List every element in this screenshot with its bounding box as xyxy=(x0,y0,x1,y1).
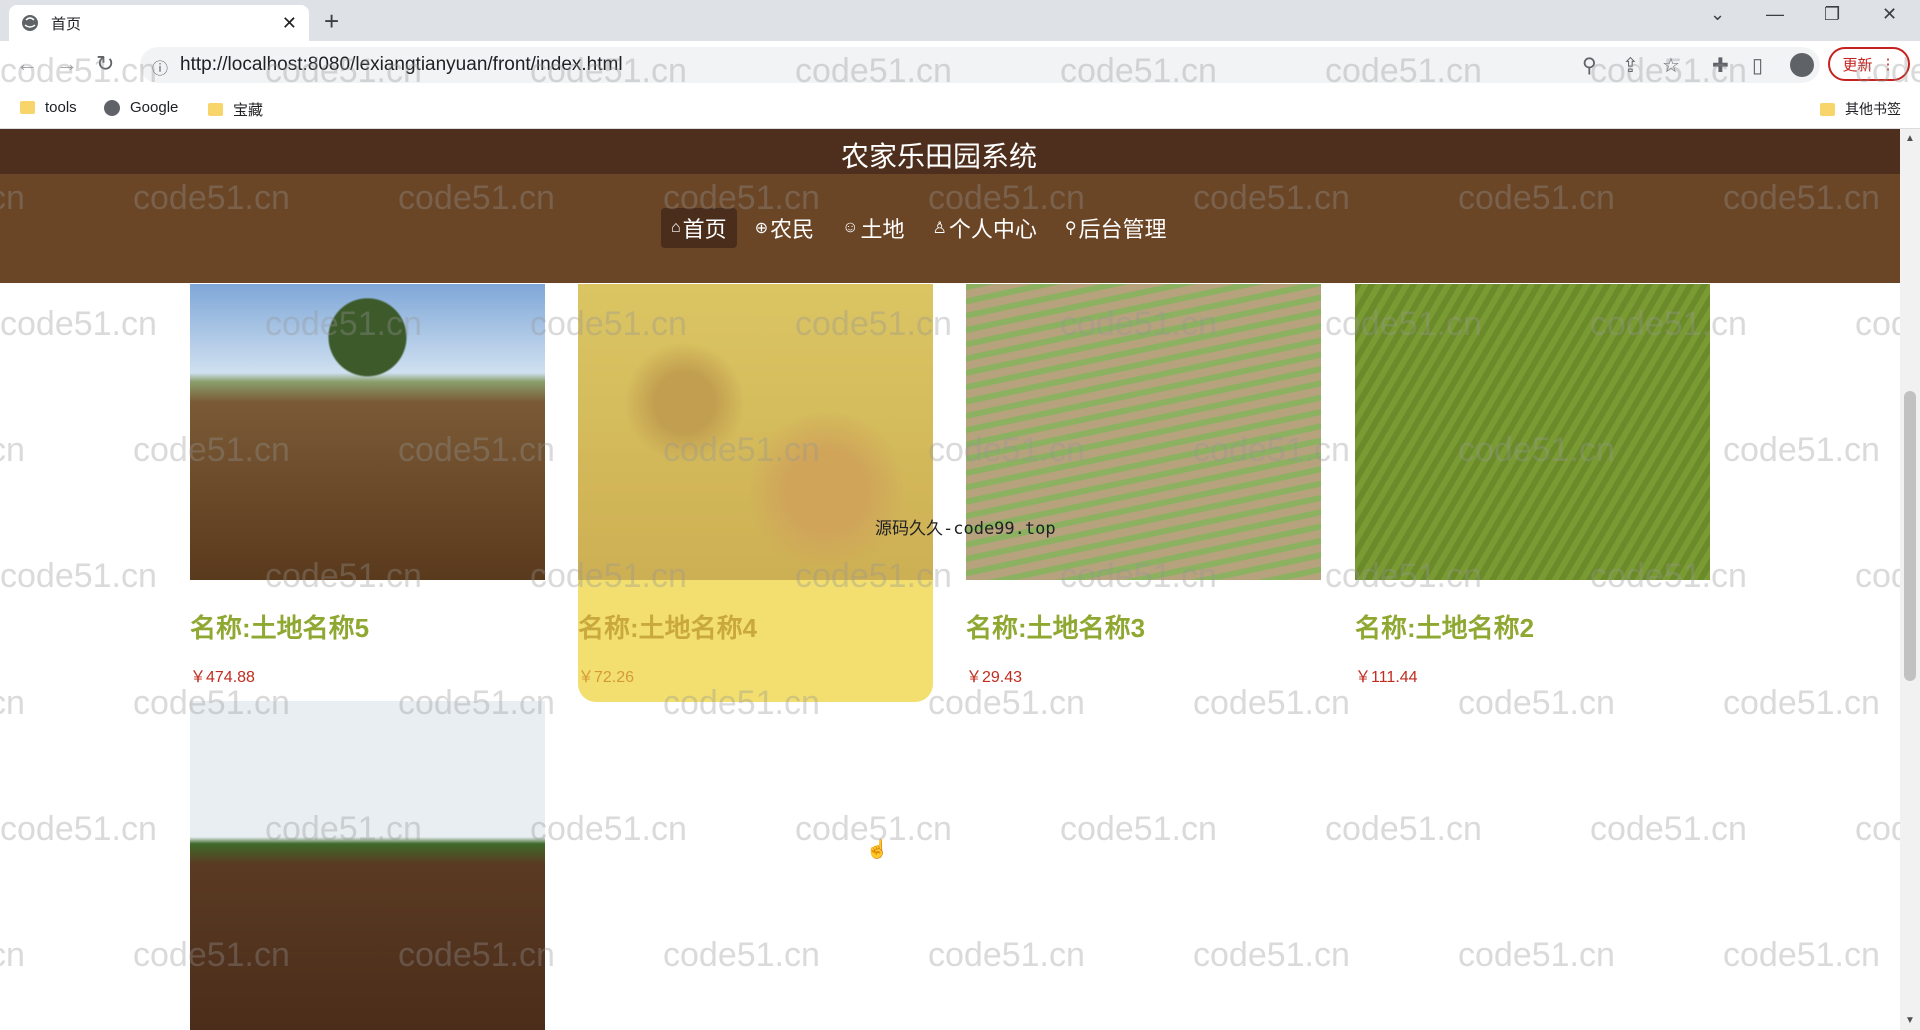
other-bookmarks[interactable]: 其他书签 xyxy=(1820,99,1901,119)
product-card[interactable]: 名称:土地名称2 ￥111.44 xyxy=(1355,284,1710,687)
globe-icon: ⊕ xyxy=(754,220,769,237)
bookmark-label: tools xyxy=(45,99,77,116)
product-name[interactable]: 名称:土地名称3 xyxy=(966,608,1321,645)
site-title: 农家乐田园系统 xyxy=(840,141,1037,172)
nav-home[interactable]: ⌂ 首页 xyxy=(661,208,737,248)
overlay-text: 源码久久-code99.top xyxy=(875,519,1056,539)
product-card[interactable]: 名称:土地名称4 ￥72.26 xyxy=(578,284,933,702)
product-image[interactable] xyxy=(1355,284,1710,580)
nav-profile[interactable]: ♙ 个人中心 xyxy=(922,208,1046,248)
nav-land[interactable]: ☺ 土地 xyxy=(832,208,914,248)
nav-label: 个人中心 xyxy=(948,217,1037,242)
address-bar[interactable]: ⓘ http://localhost:8080/lexiangtianyuan/… xyxy=(140,47,1820,83)
zoom-icon[interactable]: ⚲ xyxy=(1582,53,1597,78)
url-text[interactable]: http://localhost:8080/lexiangtianyuan/fr… xyxy=(180,54,623,76)
close-window-button[interactable]: ✕ xyxy=(1882,4,1897,25)
bookmark-label: 其他书签 xyxy=(1845,101,1901,117)
menu-dots-icon: ⋮ xyxy=(1880,56,1896,73)
folder-icon xyxy=(1820,102,1835,116)
hand-cursor-icon: ☝ xyxy=(866,839,889,859)
browser-toolbar: ← → ↻ ⓘ http://localhost:8080/lexiangtia… xyxy=(0,41,1920,89)
bookmark-tools[interactable]: tools xyxy=(20,99,77,116)
nav-farmers[interactable]: ⊕ 农民 xyxy=(745,208,824,248)
nav-label: 首页 xyxy=(682,217,727,242)
scroll-up-icon[interactable]: ▲ xyxy=(1905,133,1915,144)
bookmark-label: Google xyxy=(130,99,179,116)
scrollbar-thumb[interactable] xyxy=(1904,391,1916,681)
product-name[interactable]: 名称:土地名称5 xyxy=(190,608,545,645)
minimize-button[interactable]: — xyxy=(1766,4,1784,25)
restore-button[interactable]: ❐ xyxy=(1824,4,1840,25)
nav-label: 土地 xyxy=(860,217,905,242)
profile-avatar[interactable] xyxy=(1790,53,1814,77)
nav-label: 农民 xyxy=(770,217,815,242)
new-tab-button[interactable]: + xyxy=(324,6,339,37)
product-price: ￥111.44 xyxy=(1355,669,1418,686)
scroll-down-icon[interactable]: ▼ xyxy=(1905,1015,1915,1026)
nav-label: 后台管理 xyxy=(1078,217,1167,242)
extensions-icon[interactable]: ✚ xyxy=(1712,53,1729,78)
product-image[interactable] xyxy=(190,701,545,1030)
site-header: 农家乐田园系统 ⌂ 首页 ⊕ 农民 ☺ 土地 ♙ 个人中心 ⚲ 后台管理 xyxy=(0,129,1900,283)
globe-icon xyxy=(22,15,38,31)
smile-icon: ☺ xyxy=(842,219,859,236)
globe-icon xyxy=(104,99,120,116)
product-name[interactable]: 名称:土地名称2 xyxy=(1355,608,1710,645)
update-label: 更新 xyxy=(1842,56,1873,74)
page-viewport: 名称:土地名称5 ￥474.88 名称:土地名称4 ￥72.26 名称:土地名称… xyxy=(0,129,1900,1030)
home-icon: ⌂ xyxy=(671,219,681,236)
folder-icon xyxy=(20,101,35,114)
bookmarks-bar: tools Google 宝藏 其他书签 xyxy=(0,89,1920,129)
product-name[interactable]: 名称:土地名称4 xyxy=(578,608,933,645)
product-image[interactable] xyxy=(190,284,545,580)
product-card[interactable]: 名称:土地名称3 ￥29.43 xyxy=(966,284,1321,687)
product-price: ￥474.88 xyxy=(190,669,255,686)
tab-search-icon[interactable]: ⌄ xyxy=(1710,4,1725,25)
update-button[interactable]: 更新 ⋮ xyxy=(1828,47,1910,81)
folder-icon xyxy=(208,103,223,116)
browser-tabstrip: 首页 ✕ + ⌄ — ❐ ✕ xyxy=(0,0,1920,41)
bookmark-star-icon[interactable]: ☆ xyxy=(1662,53,1680,78)
back-arrow-icon[interactable]: ← xyxy=(16,51,38,77)
nav-admin[interactable]: ⚲ 后台管理 xyxy=(1055,208,1177,248)
page-scrollbar[interactable]: ▲ ▼ xyxy=(1900,129,1920,1030)
product-card[interactable] xyxy=(190,701,545,1030)
reload-icon[interactable]: ↻ xyxy=(96,51,114,77)
bookmark-treasure[interactable]: 宝藏 xyxy=(208,99,263,120)
product-price: ￥29.43 xyxy=(966,669,1023,686)
product-price: ￥72.26 xyxy=(578,669,635,686)
user-icon: ♙ xyxy=(932,220,947,237)
link-icon: ⚲ xyxy=(1064,220,1077,237)
tab-title: 首页 xyxy=(51,15,82,33)
share-icon[interactable]: ⇪ xyxy=(1622,53,1639,78)
site-info-icon[interactable]: ⓘ xyxy=(152,55,168,79)
close-tab-icon[interactable]: ✕ xyxy=(282,13,297,34)
browser-tab[interactable]: 首页 ✕ xyxy=(9,5,309,41)
side-panel-icon[interactable]: ▯ xyxy=(1752,53,1763,78)
main-nav: ⌂ 首页 ⊕ 农民 ☺ 土地 ♙ 个人中心 ⚲ 后台管理 xyxy=(661,208,1185,248)
bookmark-google[interactable]: Google xyxy=(104,99,178,116)
forward-arrow-icon[interactable]: → xyxy=(56,51,78,77)
product-card[interactable]: 名称:土地名称5 ￥474.88 xyxy=(190,284,545,687)
bookmark-label: 宝藏 xyxy=(233,102,264,119)
